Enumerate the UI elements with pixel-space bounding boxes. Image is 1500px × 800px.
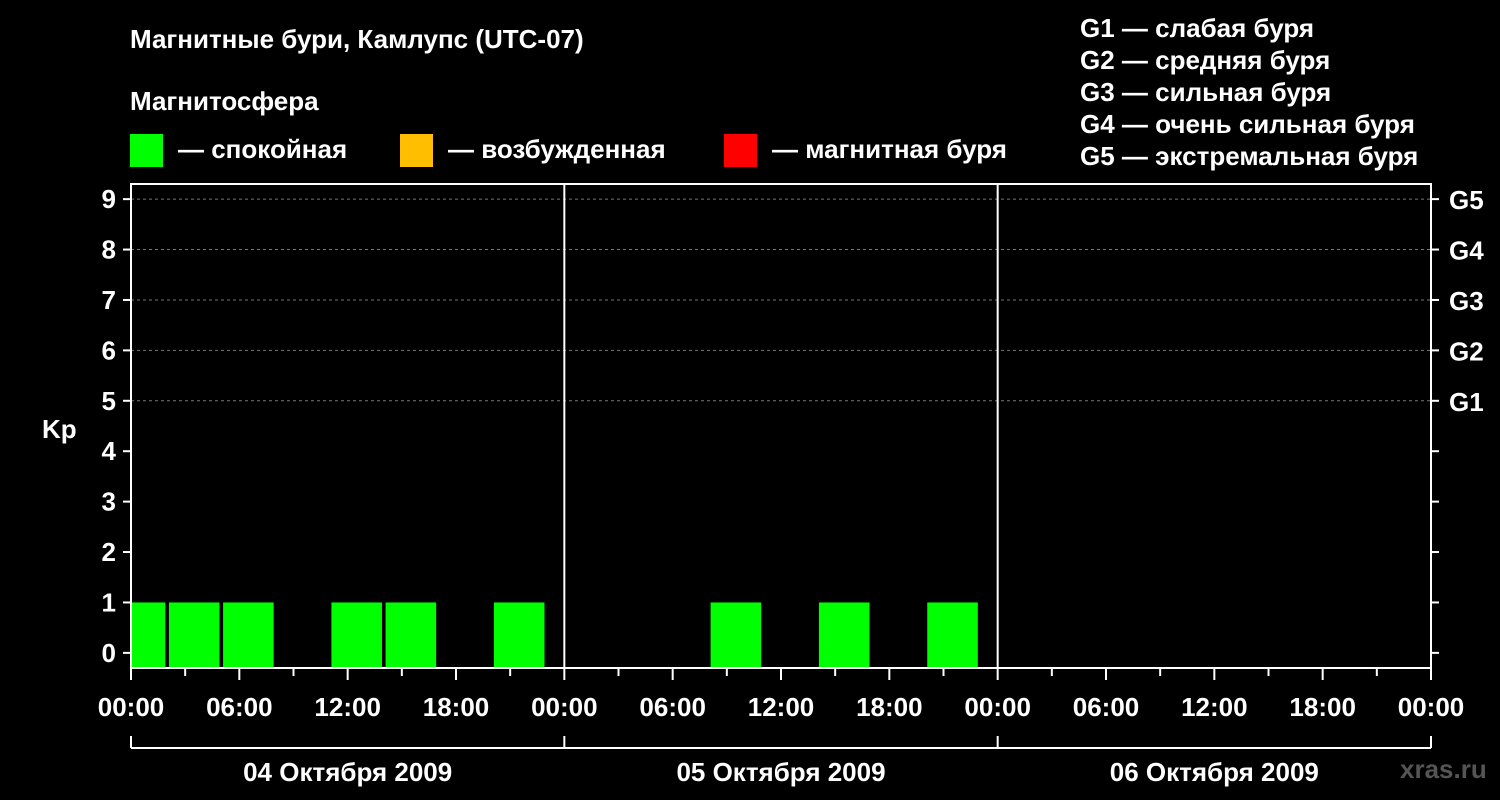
g-level-label: G1 bbox=[1449, 387, 1484, 417]
kp-bar-4 bbox=[385, 602, 437, 668]
x-tick-label: 12:00 bbox=[1181, 692, 1248, 722]
y-tick-label: 1 bbox=[102, 587, 116, 617]
kp-bar-8 bbox=[927, 602, 978, 668]
day-label: 06 Октября 2009 bbox=[1110, 757, 1319, 787]
legend-swatch-disturbed bbox=[400, 134, 433, 167]
plot-frame bbox=[130, 183, 1432, 669]
kp-bar-7 bbox=[818, 602, 870, 668]
kp-bar-5 bbox=[493, 602, 545, 668]
x-tick-label: 00:00 bbox=[1398, 692, 1465, 722]
kp-chart: Магнитные бури, Камлупс (UTC-07) Магнито… bbox=[42, 13, 1487, 787]
legend-label-quiet: — спокойная bbox=[178, 134, 347, 164]
y-tick-label: 6 bbox=[102, 335, 116, 365]
x-tick-label: 18:00 bbox=[423, 692, 490, 722]
x-tick-label: 12:00 bbox=[748, 692, 815, 722]
storm-scale-g3: G3 — сильная буря bbox=[1080, 77, 1331, 107]
storm-scale-g5: G5 — экстремальная буря bbox=[1080, 141, 1418, 171]
y-axis-label: Kp bbox=[42, 414, 77, 444]
chart-title: Магнитные бури, Камлупс (UTC-07) bbox=[130, 24, 584, 54]
g-level-label: G5 bbox=[1449, 185, 1484, 215]
watermark: xras.ru bbox=[1400, 754, 1487, 784]
storm-scale-g4: G4 — очень сильная буря bbox=[1080, 109, 1415, 139]
x-tick-label: 12:00 bbox=[314, 692, 381, 722]
g-level-label: G3 bbox=[1449, 286, 1484, 316]
x-tick-label: 06:00 bbox=[639, 692, 706, 722]
y-tick-label: 3 bbox=[102, 487, 116, 517]
storm-scale-g2: G2 — средняя буря bbox=[1080, 45, 1330, 75]
day-label: 04 Октября 2009 bbox=[243, 757, 452, 787]
kp-bar-3 bbox=[331, 602, 382, 668]
kp-bar-0 bbox=[131, 602, 166, 668]
kp-bar-1 bbox=[168, 602, 220, 668]
legend-label-disturbed: — возбужденная bbox=[448, 134, 666, 164]
legend-swatch-quiet bbox=[130, 134, 163, 167]
legend-label-storm: — магнитная буря bbox=[772, 134, 1007, 164]
x-tick-label: 00:00 bbox=[531, 692, 598, 722]
y-tick-label: 7 bbox=[102, 285, 116, 315]
x-tick-label: 00:00 bbox=[98, 692, 165, 722]
x-tick-label: 06:00 bbox=[1073, 692, 1140, 722]
storm-scale-g1: G1 — слабая буря bbox=[1080, 13, 1314, 43]
plot-area: 0 1 2 3 4 5 6 7 8 9 G1 G2 G3 G4 G5 00:00 06:00 12:00 18:00… bbox=[98, 183, 1484, 787]
x-tick-label: 18:00 bbox=[1289, 692, 1356, 722]
legend-swatch-storm bbox=[724, 134, 757, 167]
y-tick-label: 0 bbox=[102, 638, 116, 668]
day-label: 05 Октября 2009 bbox=[676, 757, 885, 787]
g-level-label: G4 bbox=[1449, 236, 1484, 266]
y-tick-label: 2 bbox=[102, 537, 116, 567]
g-level-label: G2 bbox=[1449, 336, 1484, 366]
x-tick-label: 18:00 bbox=[856, 692, 923, 722]
kp-bar-6 bbox=[710, 602, 762, 668]
legend-heading: Магнитосфера bbox=[130, 86, 319, 116]
kp-bar-2 bbox=[223, 602, 274, 668]
x-tick-label: 06:00 bbox=[206, 692, 273, 722]
x-tick-label: 00:00 bbox=[964, 692, 1031, 722]
y-tick-label: 9 bbox=[102, 184, 116, 214]
y-tick-label: 4 bbox=[102, 436, 117, 466]
y-tick-label: 8 bbox=[102, 235, 116, 265]
y-tick-label: 5 bbox=[102, 386, 116, 416]
